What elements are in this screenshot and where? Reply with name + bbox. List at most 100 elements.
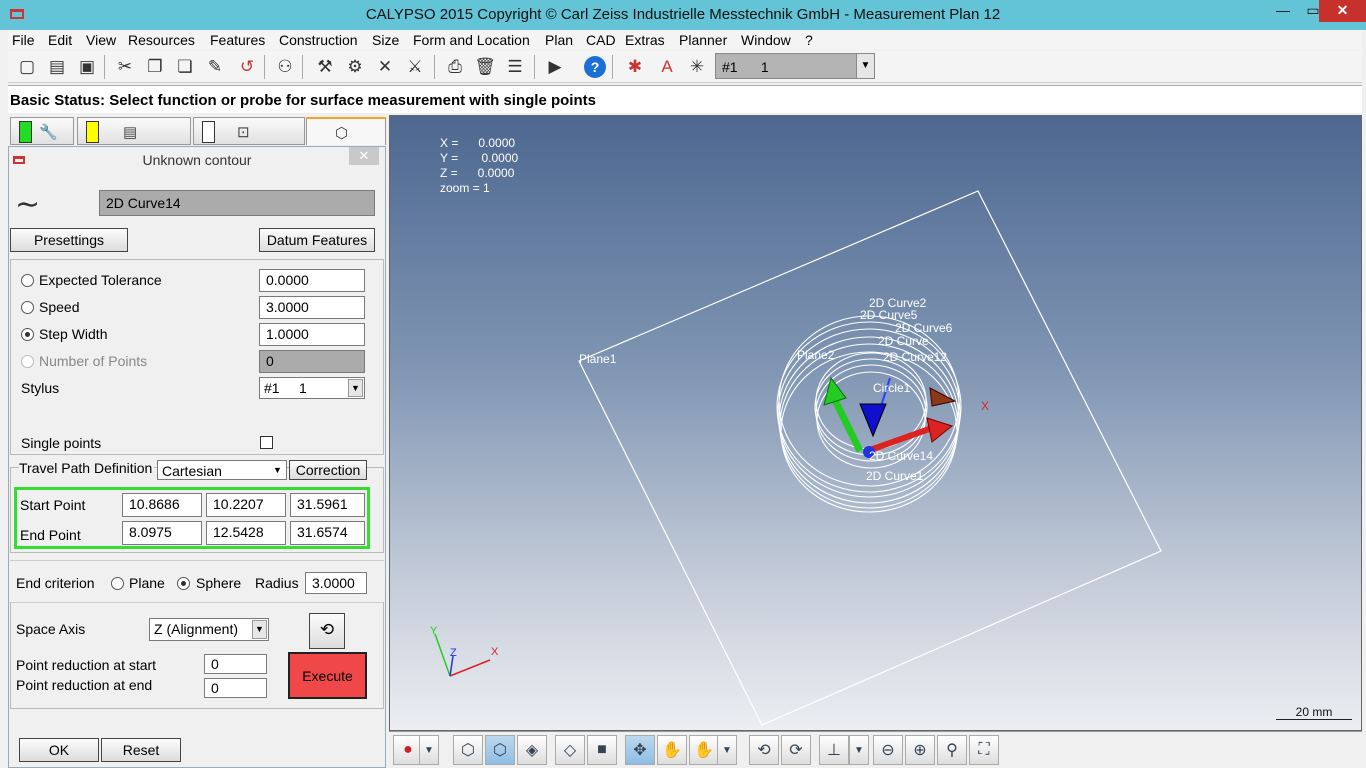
menu-planner[interactable]: Planner <box>679 32 727 48</box>
open-icon[interactable]: ▤ <box>44 54 70 80</box>
stylus3-icon[interactable]: ✳ <box>684 54 710 80</box>
menu-edit[interactable]: Edit <box>48 32 72 48</box>
minimize-button[interactable]: — <box>1268 0 1298 22</box>
paste-icon[interactable]: ❏ <box>172 54 198 80</box>
status-text: Basic Status: Select function or probe f… <box>10 92 596 109</box>
new-icon[interactable]: ▢ <box>14 54 40 80</box>
delete-icon[interactable]: 🗑 <box>472 54 498 80</box>
chevron-down-icon[interactable]: ▼ <box>849 735 869 765</box>
zoom-in-icon[interactable]: ⊕ <box>905 735 935 765</box>
save-icon[interactable]: ▣ <box>74 54 100 80</box>
sphere-radio[interactable] <box>177 577 190 590</box>
tab-features[interactable]: ▤ <box>77 117 191 145</box>
step-width-radio[interactable] <box>21 328 34 341</box>
radius-field[interactable]: 3.0000 <box>305 572 367 594</box>
menu-help[interactable]: ? <box>805 32 813 48</box>
axis-icon[interactable]: ⊥ <box>819 735 849 765</box>
speed-radio[interactable] <box>21 301 34 314</box>
tab-characteristics[interactable]: ⊡ <box>193 117 305 145</box>
end-point-x[interactable]: 8.0975 <box>122 521 202 545</box>
run-icon[interactable]: ▶ <box>542 54 568 80</box>
rotate-left-icon[interactable]: ⟲ <box>749 735 779 765</box>
end-point-y[interactable]: 12.5428 <box>206 521 286 545</box>
tab-cad[interactable]: ⬡ <box>306 117 386 145</box>
menu-bar: File Edit View Resources Features Constr… <box>8 30 1362 50</box>
stylus-combo[interactable]: #1 1 ▼ <box>259 377 365 399</box>
unknown-contour-dialog: Unknown contour ✕ ∼ 2D Curve14 Presettin… <box>8 146 386 768</box>
scale-bar: 20 mm <box>1276 705 1352 720</box>
menu-construction[interactable]: Construction <box>279 32 358 48</box>
cad-scene <box>434 190 1162 726</box>
move-icon[interactable]: ✥ <box>625 735 655 765</box>
tools3-icon[interactable]: ✕ <box>372 54 398 80</box>
probe-icon[interactable]: ✎ <box>202 54 228 80</box>
start-point-y[interactable]: 10.2207 <box>206 493 286 517</box>
stylus2-icon[interactable]: A <box>654 54 680 80</box>
cube-icon[interactable]: ◈ <box>517 735 547 765</box>
curve14-label: 2D Curve14 <box>869 449 934 463</box>
step-width-label: Step Width <box>39 326 108 342</box>
status-white-indicator <box>202 121 215 143</box>
chevron-down-icon[interactable]: ▼ <box>270 462 285 478</box>
hand-xyz-icon[interactable]: ✋ <box>689 735 719 765</box>
menu-size[interactable]: Size <box>372 32 399 48</box>
menu-window[interactable]: Window <box>741 32 791 48</box>
cad-viewport[interactable]: X = 0.0000 Y = 0.0000 Z = 0.0000 zoom = … <box>389 115 1362 731</box>
status-yellow-indicator <box>86 121 99 143</box>
list-icon[interactable]: ☰ <box>502 54 528 80</box>
solid-cube-icon[interactable]: ■ <box>587 735 617 765</box>
chevron-down-icon[interactable]: ▼ <box>717 735 737 765</box>
cut-icon[interactable]: ✂ <box>112 54 138 80</box>
expected-tolerance-field[interactable]: 0.0000 <box>259 269 365 292</box>
menu-form-location[interactable]: Form and Location <box>413 32 530 48</box>
chevron-down-icon[interactable]: ▼ <box>348 379 363 397</box>
rotate-right-icon[interactable]: ⟳ <box>781 735 811 765</box>
step-width-field[interactable]: 1.0000 <box>259 323 365 346</box>
copy-icon[interactable]: ❐ <box>142 54 168 80</box>
feature-name-field[interactable]: 2D Curve14 <box>99 190 375 216</box>
zoom-icon[interactable]: ⚲ <box>937 735 967 765</box>
hand-icon[interactable]: ✋ <box>657 735 687 765</box>
number-of-points-radio[interactable] <box>21 355 34 368</box>
dialog-close-button[interactable]: ✕ <box>349 147 379 165</box>
chevron-down-icon[interactable]: ▼ <box>419 735 439 765</box>
zoom-out-icon[interactable]: ⊖ <box>873 735 903 765</box>
tools4-icon[interactable]: ⚔ <box>402 54 428 80</box>
start-point-z[interactable]: 31.5961 <box>290 493 365 517</box>
close-button[interactable]: ✕ <box>1319 0 1366 22</box>
stylus-icon[interactable]: ✱ <box>622 54 648 80</box>
print-icon[interactable]: ⎙ <box>442 54 468 80</box>
menu-features[interactable]: Features <box>210 32 265 48</box>
tab-resources[interactable]: 🔧 <box>10 117 74 145</box>
binoculars-icon[interactable]: ⚇ <box>272 54 298 80</box>
menu-plan[interactable]: Plan <box>545 32 573 48</box>
plane-radio[interactable] <box>111 577 124 590</box>
fit-view-icon[interactable]: ⛶ <box>969 735 999 765</box>
menu-resources[interactable]: Resources <box>128 32 195 48</box>
expected-tolerance-radio[interactable] <box>21 274 34 287</box>
features-selected-icon[interactable]: ⬡ <box>485 735 515 765</box>
menu-extras[interactable]: Extras <box>625 32 665 48</box>
tools2-icon[interactable]: ⚙ <box>342 54 368 80</box>
tools-icon[interactable]: ⚒ <box>312 54 338 80</box>
menu-cad[interactable]: CAD <box>586 32 616 48</box>
features-view-icon[interactable]: ⬡ <box>453 735 483 765</box>
reset-button[interactable]: Reset <box>101 738 181 762</box>
chevron-down-icon[interactable]: ▼ <box>856 54 874 78</box>
wireframe-icon[interactable]: ◇ <box>555 735 585 765</box>
single-points-checkbox[interactable] <box>260 436 273 449</box>
correction-button[interactable]: Correction <box>289 460 367 480</box>
presettings-button[interactable]: Presettings <box>10 228 128 252</box>
speed-field[interactable]: 3.0000 <box>259 296 365 319</box>
menu-file[interactable]: File <box>12 32 35 48</box>
curve12-label: 2D Curve12 <box>883 350 948 364</box>
start-point-x[interactable]: 10.8686 <box>122 493 202 517</box>
datum-features-button[interactable]: Datum Features <box>259 228 375 252</box>
undo-icon[interactable]: ↺ <box>234 54 260 80</box>
travel-path-combo[interactable]: Cartesian ▼ <box>157 460 287 480</box>
stylus-select[interactable]: #1 1 ▼ <box>715 53 875 79</box>
ok-button[interactable]: OK <box>19 738 99 762</box>
menu-view[interactable]: View <box>86 32 116 48</box>
help-icon[interactable]: ? <box>584 56 606 78</box>
end-point-z[interactable]: 31.6574 <box>290 521 365 545</box>
